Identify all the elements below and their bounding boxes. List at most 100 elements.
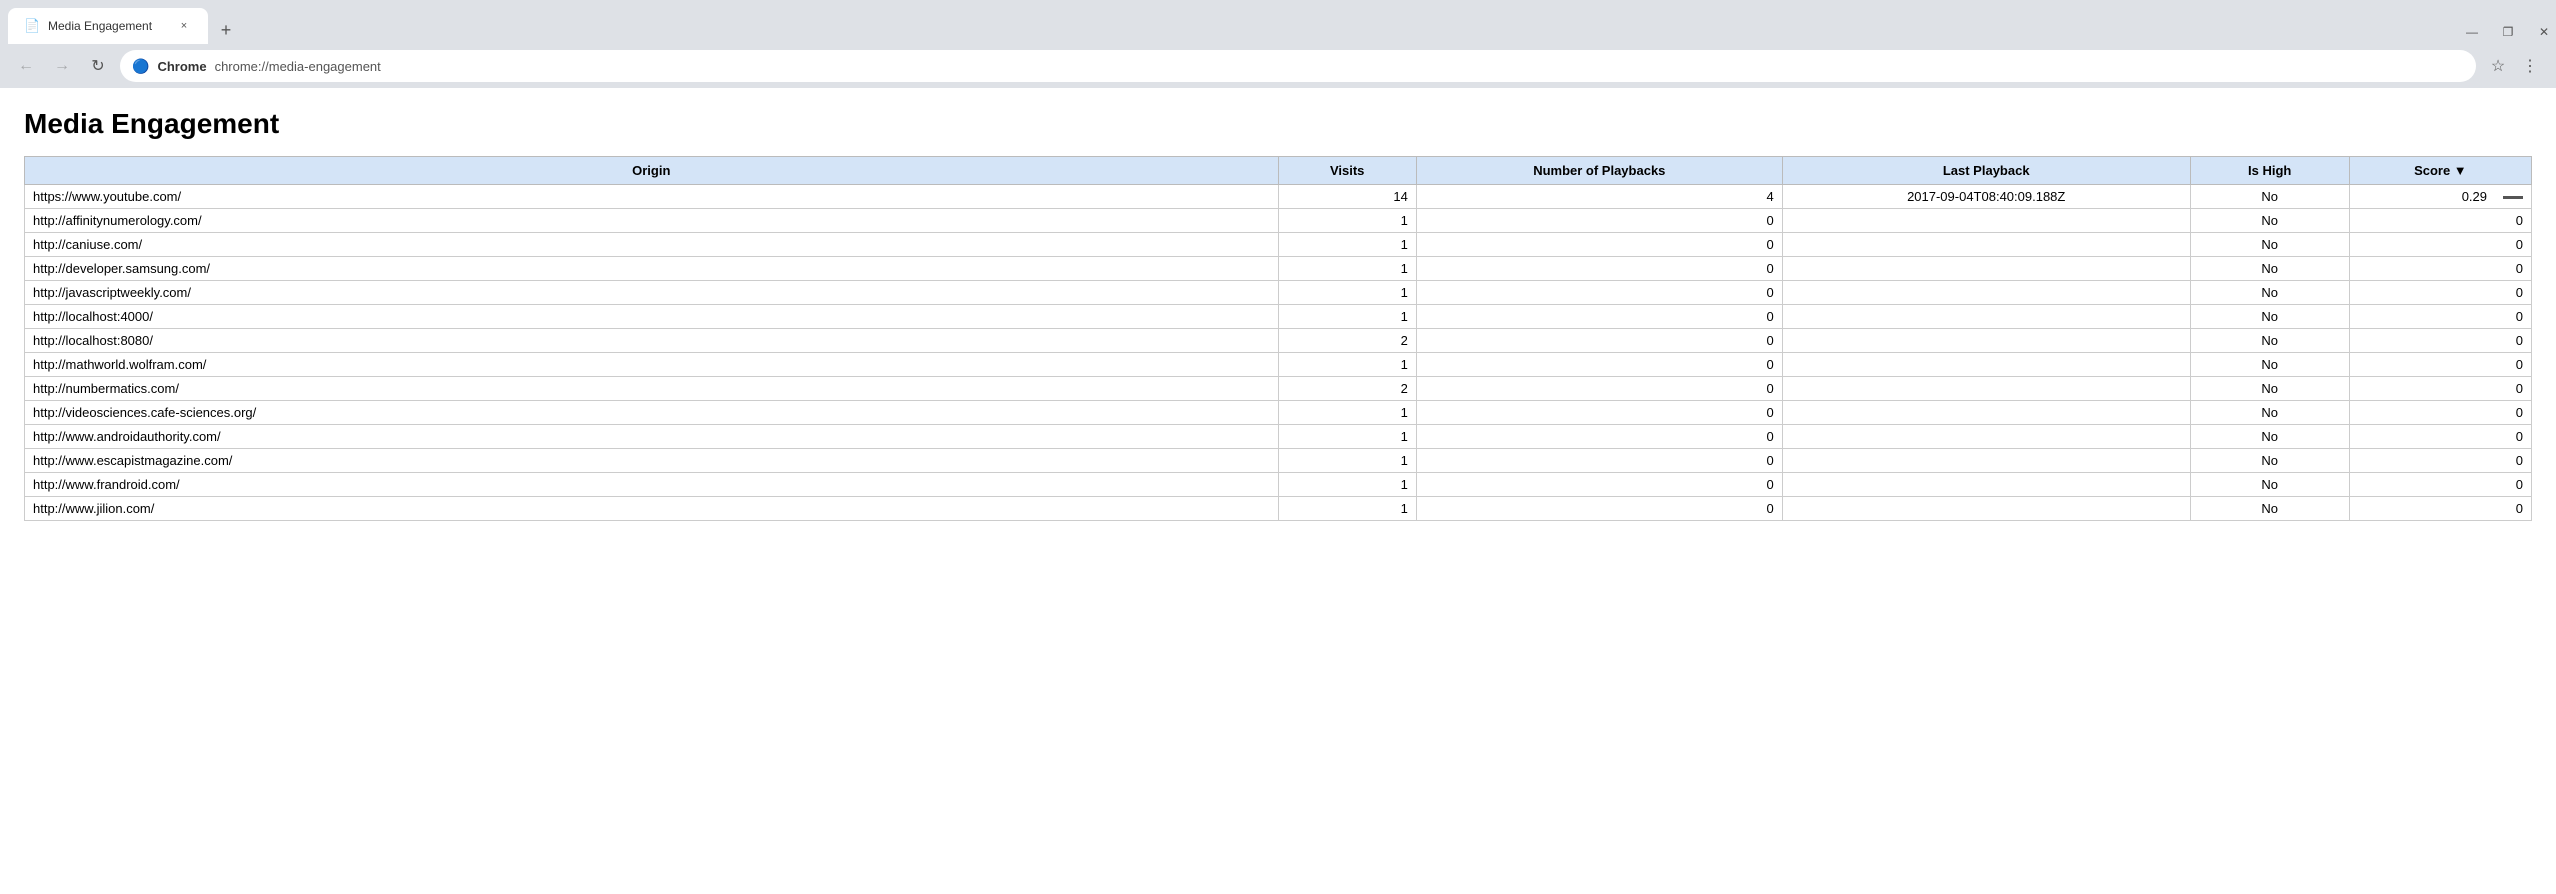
cell-is-high: No: [2190, 449, 2349, 473]
cell-playbacks: 4: [1416, 185, 1782, 209]
minimize-button[interactable]: —: [2460, 20, 2484, 44]
cell-playbacks: 0: [1416, 473, 1782, 497]
cell-playbacks: 0: [1416, 449, 1782, 473]
cell-last-playback: [1782, 401, 2190, 425]
menu-button[interactable]: ⋮: [2516, 52, 2544, 80]
table-row: http://numbermatics.com/20No0: [25, 377, 2532, 401]
cell-origin: http://affinitynumerology.com/: [25, 209, 1279, 233]
cell-score: 0: [2349, 281, 2531, 305]
cell-visits: 1: [1278, 497, 1416, 521]
security-icon: 🔵: [132, 58, 149, 75]
cell-score: 0: [2349, 329, 2531, 353]
cell-score: 0: [2349, 353, 2531, 377]
delete-button[interactable]: [2503, 196, 2523, 199]
header-score[interactable]: Score ▼: [2349, 157, 2531, 185]
cell-origin: http://caniuse.com/: [25, 233, 1279, 257]
cell-score: 0: [2349, 473, 2531, 497]
cell-last-playback: 2017-09-04T08:40:09.188Z: [1782, 185, 2190, 209]
table-header: Origin Visits Number of Playbacks Last P…: [25, 157, 2532, 185]
maximize-button[interactable]: ❐: [2496, 20, 2520, 44]
back-button[interactable]: ←: [12, 52, 40, 80]
cell-score: 0: [2349, 401, 2531, 425]
table-row: http://www.frandroid.com/10No0: [25, 473, 2532, 497]
cell-last-playback: [1782, 281, 2190, 305]
cell-playbacks: 0: [1416, 281, 1782, 305]
header-visits: Visits: [1278, 157, 1416, 185]
cell-is-high: No: [2190, 473, 2349, 497]
table-row: http://www.jilion.com/10No0: [25, 497, 2532, 521]
page-content: Media Engagement Origin Visits Number of…: [0, 88, 2556, 892]
cell-visits: 1: [1278, 401, 1416, 425]
cell-is-high: No: [2190, 185, 2349, 209]
tab-bar: 📄 Media Engagement × + — ❐ ✕: [0, 0, 2556, 44]
address-url: chrome://media-engagement: [215, 59, 2464, 74]
forward-button[interactable]: →: [48, 52, 76, 80]
cell-score: 0: [2349, 497, 2531, 521]
cell-is-high: No: [2190, 233, 2349, 257]
table-row: http://developer.samsung.com/10No0: [25, 257, 2532, 281]
table-row: http://www.androidauthority.com/10No0: [25, 425, 2532, 449]
cell-visits: 1: [1278, 473, 1416, 497]
table-row: http://javascriptweekly.com/10No0: [25, 281, 2532, 305]
cell-last-playback: [1782, 449, 2190, 473]
address-bar[interactable]: 🔵 Chrome chrome://media-engagement: [120, 50, 2476, 82]
media-engagement-table: Origin Visits Number of Playbacks Last P…: [24, 156, 2532, 521]
cell-playbacks: 0: [1416, 209, 1782, 233]
cell-last-playback: [1782, 497, 2190, 521]
refresh-button[interactable]: ↻: [84, 52, 112, 80]
cell-origin: http://www.escapistmagazine.com/: [25, 449, 1279, 473]
header-origin: Origin: [25, 157, 1279, 185]
table-row: http://localhost:8080/20No0: [25, 329, 2532, 353]
table-row: http://localhost:4000/10No0: [25, 305, 2532, 329]
cell-is-high: No: [2190, 209, 2349, 233]
cell-origin: http://mathworld.wolfram.com/: [25, 353, 1279, 377]
tab-title: Media Engagement: [48, 19, 168, 33]
bookmark-button[interactable]: ☆: [2484, 52, 2512, 80]
address-bar-row: ← → ↻ 🔵 Chrome chrome://media-engagement…: [0, 44, 2556, 88]
cell-visits: 1: [1278, 353, 1416, 377]
active-tab[interactable]: 📄 Media Engagement ×: [8, 8, 208, 44]
cell-playbacks: 0: [1416, 329, 1782, 353]
cell-visits: 1: [1278, 425, 1416, 449]
cell-score: 0: [2349, 305, 2531, 329]
cell-score: 0.29: [2349, 185, 2531, 209]
cell-origin: http://numbermatics.com/: [25, 377, 1279, 401]
table-row: http://caniuse.com/10No0: [25, 233, 2532, 257]
new-tab-button[interactable]: +: [212, 16, 240, 44]
cell-playbacks: 0: [1416, 497, 1782, 521]
table-row: http://affinitynumerology.com/10No0: [25, 209, 2532, 233]
cell-is-high: No: [2190, 305, 2349, 329]
table-row: http://www.escapistmagazine.com/10No0: [25, 449, 2532, 473]
browser-chrome: 📄 Media Engagement × + — ❐ ✕ ← → ↻ 🔵 Chr…: [0, 0, 2556, 88]
cell-visits: 1: [1278, 257, 1416, 281]
cell-visits: 2: [1278, 329, 1416, 353]
cell-last-playback: [1782, 257, 2190, 281]
table-row: https://www.youtube.com/1442017-09-04T08…: [25, 185, 2532, 209]
window-controls: — ❐ ✕: [2460, 20, 2556, 44]
cell-is-high: No: [2190, 329, 2349, 353]
cell-score: 0: [2349, 425, 2531, 449]
cell-playbacks: 0: [1416, 353, 1782, 377]
cell-last-playback: [1782, 209, 2190, 233]
cell-origin: http://developer.samsung.com/: [25, 257, 1279, 281]
page-title: Media Engagement: [24, 108, 2532, 140]
cell-visits: 1: [1278, 449, 1416, 473]
tab-close-button[interactable]: ×: [176, 18, 192, 34]
cell-origin: http://localhost:8080/: [25, 329, 1279, 353]
cell-origin: http://www.jilion.com/: [25, 497, 1279, 521]
cell-last-playback: [1782, 473, 2190, 497]
cell-last-playback: [1782, 425, 2190, 449]
cell-playbacks: 0: [1416, 377, 1782, 401]
cell-visits: 1: [1278, 305, 1416, 329]
cell-playbacks: 0: [1416, 233, 1782, 257]
cell-is-high: No: [2190, 281, 2349, 305]
close-window-button[interactable]: ✕: [2532, 20, 2556, 44]
cell-is-high: No: [2190, 353, 2349, 377]
cell-last-playback: [1782, 353, 2190, 377]
tab-favicon-icon: 📄: [24, 18, 40, 34]
cell-last-playback: [1782, 377, 2190, 401]
cell-origin: https://www.youtube.com/: [25, 185, 1279, 209]
cell-visits: 2: [1278, 377, 1416, 401]
cell-visits: 1: [1278, 233, 1416, 257]
cell-last-playback: [1782, 305, 2190, 329]
